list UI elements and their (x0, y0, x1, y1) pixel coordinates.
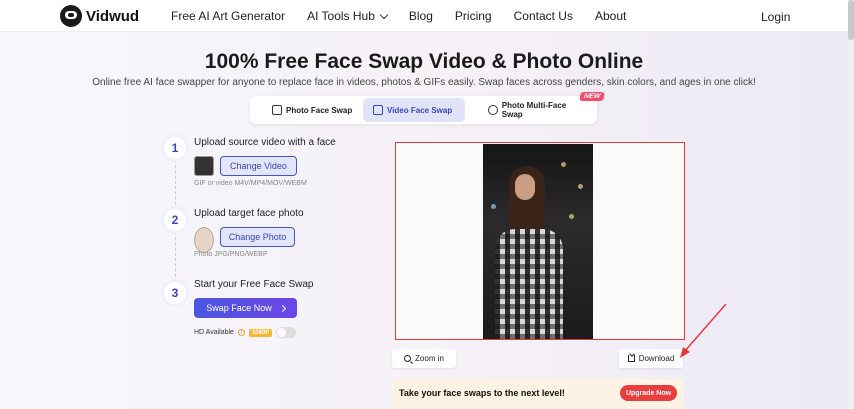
video-icon (373, 105, 383, 115)
menu-free-ai-art-generator[interactable]: Free AI Art Generator (171, 9, 285, 23)
scrollbar-thumb[interactable] (848, 0, 854, 40)
tab-photo-multi-face-swap-label: Photo Multi-Face Swap (501, 101, 567, 119)
login-link[interactable]: Login (761, 10, 790, 24)
hd-available-label: HD Available (194, 329, 234, 336)
new-badge: NEW (579, 92, 606, 101)
menu-about[interactable]: About (595, 9, 626, 23)
bokeh-light (561, 162, 566, 167)
multi-face-icon (488, 105, 498, 115)
step-2-number: 2 (164, 209, 186, 231)
change-photo-button[interactable]: Change Photo (220, 227, 295, 247)
change-video-button[interactable]: Change Video (220, 156, 297, 176)
tab-photo-multi-face-swap[interactable]: Photo Multi-Face Swap (478, 98, 597, 122)
info-icon[interactable]: i (237, 329, 245, 336)
download-button[interactable]: Download (619, 349, 683, 368)
top-navbar: Vidwud Free AI Art Generator AI Tools Hu… (0, 0, 854, 32)
step-3-number: 3 (164, 282, 186, 304)
page-scrollbar[interactable] (848, 0, 854, 409)
step-2-title: Upload target face photo (194, 208, 304, 219)
image-icon (272, 105, 282, 115)
hd-available-row: HD Available i 1080P (194, 327, 297, 338)
video-format-hint: GIF or video M4V/MP4/MOV/WEBM (194, 180, 307, 187)
main-menu: Free AI Art Generator AI Tools Hub Blog … (171, 0, 648, 32)
hd-toggle[interactable] (276, 327, 297, 338)
preview-video-frame[interactable] (483, 144, 593, 339)
subject-plaid-shirt (495, 229, 563, 339)
zoom-in-button[interactable]: Zoom in (392, 349, 456, 368)
subject-face (515, 174, 535, 200)
brand-logo[interactable]: Vidwud (60, 5, 139, 27)
menu-contact-us[interactable]: Contact Us (514, 9, 573, 23)
menu-pricing[interactable]: Pricing (455, 9, 492, 23)
page-subtitle: Online free AI face swapper for anyone t… (92, 77, 756, 88)
vidwud-logo-icon (60, 5, 82, 27)
tab-video-face-swap-label: Video Face Swap (387, 105, 453, 115)
download-icon (627, 355, 635, 362)
chevron-down-icon (379, 10, 389, 19)
step-1-number: 1 (164, 137, 186, 159)
step-connector (175, 232, 176, 282)
tab-photo-face-swap-label: Photo Face Swap (286, 105, 353, 115)
bokeh-light (569, 214, 574, 219)
mode-tabs: Photo Face Swap Video Face Swap Photo Mu… (250, 96, 597, 124)
brand-name: Vidwud (86, 7, 140, 25)
result-preview (395, 142, 685, 340)
target-face-thumbnail[interactable] (194, 227, 214, 253)
page-title: 100% Free Face Swap Video & Photo Online (204, 50, 644, 73)
promo-text: Take your face swaps to the next level! (399, 388, 565, 398)
chevron-right-icon (278, 304, 286, 312)
bokeh-light (491, 204, 496, 209)
menu-ai-tools-hub[interactable]: AI Tools Hub (307, 9, 389, 23)
source-video-thumbnail[interactable] (194, 156, 214, 176)
zoom-in-label: Zoom in (415, 354, 444, 363)
tab-photo-face-swap[interactable]: Photo Face Swap (262, 98, 362, 122)
download-label: Download (638, 354, 675, 363)
bokeh-light (578, 184, 583, 189)
step-3-title: Start your Free Face Swap (194, 279, 314, 290)
menu-blog[interactable]: Blog (409, 9, 433, 23)
upgrade-now-button[interactable]: Upgrade Now (620, 385, 677, 401)
menu-ai-tools-hub-label: AI Tools Hub (307, 9, 375, 23)
magnifier-icon (404, 355, 412, 362)
swap-face-now-button[interactable]: Swap Face Now (194, 298, 297, 318)
upgrade-promo-banner: Take your face swaps to the next level! … (392, 379, 684, 409)
step-connector (175, 160, 176, 210)
tab-video-face-swap[interactable]: Video Face Swap (363, 98, 465, 122)
swap-face-now-label: Swap Face Now (206, 303, 272, 313)
photo-format-hint: Photo JPG/PNG/WEBP (194, 251, 268, 258)
hd-1080p-tag: 1080P (248, 328, 273, 337)
step-1-title: Upload source video with a face (194, 137, 336, 148)
